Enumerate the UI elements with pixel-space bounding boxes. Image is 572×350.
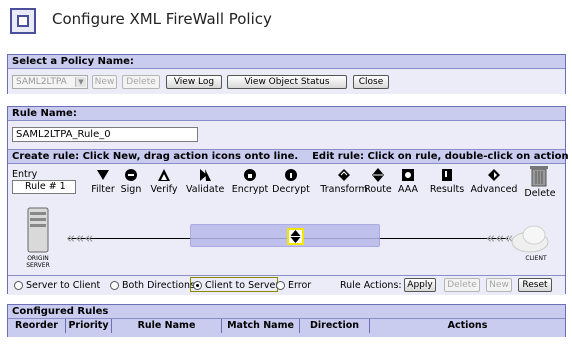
column-header-4[interactable]: Direction xyxy=(300,319,370,333)
direction-label-2: Client to Server xyxy=(205,280,280,291)
trash-icon[interactable] xyxy=(530,165,548,187)
column-header-0[interactable]: Reorder xyxy=(8,319,66,333)
view-log-button[interactable]: View Log xyxy=(166,75,222,89)
origin-server-label: ORIGIN SERVER xyxy=(26,255,50,269)
action-label-10: Advanced xyxy=(470,184,518,195)
close-button[interactable]: Close xyxy=(353,75,389,89)
policy-section-label: Select a Policy Name: xyxy=(8,55,565,69)
sign-icon[interactable] xyxy=(124,168,138,182)
delete-rule-button[interactable]: Delete xyxy=(444,278,480,292)
policy-select-value: SAML2LTPA xyxy=(16,77,67,87)
verify-icon[interactable] xyxy=(157,168,171,182)
page-title: Configure XML FireWall Policy xyxy=(52,10,272,28)
delete-policy-button[interactable]: Delete xyxy=(122,75,160,89)
direction-label-3: Error xyxy=(288,280,312,291)
apply-button[interactable]: Apply xyxy=(404,278,436,292)
column-header-3[interactable]: Match Name xyxy=(222,319,300,333)
rule-name-input[interactable]: SAML2LTPA_Rule_0 xyxy=(12,127,198,142)
new-policy-button[interactable]: New xyxy=(92,75,117,89)
rule-actions-label: Rule Actions: xyxy=(340,280,402,291)
direction-radio-0[interactable] xyxy=(14,281,23,290)
reset-button[interactable]: Reset xyxy=(518,278,552,292)
decrypt-icon[interactable] xyxy=(284,168,298,182)
policy-logo-icon xyxy=(10,8,36,34)
column-header-5[interactable]: Actions xyxy=(370,319,565,333)
configured-rules-label: Configured Rules xyxy=(8,305,565,319)
action-label-6: Transform xyxy=(320,184,368,195)
action-label-7: Route xyxy=(364,184,392,195)
aaa-icon[interactable] xyxy=(401,168,415,182)
validate-icon[interactable] xyxy=(198,168,212,182)
action-label-1: Sign xyxy=(120,184,142,195)
view-object-status-button[interactable]: View Object Status xyxy=(227,75,347,89)
appliance-graphic xyxy=(190,224,380,247)
action-label-9: Results xyxy=(429,184,465,195)
rule-section-label: Rule Name: xyxy=(8,107,565,121)
action-label-0: Filter xyxy=(91,184,115,195)
direction-label-0: Server to Client xyxy=(26,280,101,291)
filter-icon[interactable] xyxy=(96,168,110,182)
new-rule-button[interactable]: New xyxy=(486,278,512,292)
action-label-4: Encrypt xyxy=(231,184,269,195)
policy-panel: Select a Policy Name: SAML2LTPA ▼ New De… xyxy=(7,54,566,94)
left-arrows-icon: ««« xyxy=(66,229,94,247)
direction-radio-3[interactable] xyxy=(276,281,285,290)
action-label-8: AAA xyxy=(397,184,419,195)
match-action-icon[interactable] xyxy=(287,228,304,245)
direction-label-1: Both Directions xyxy=(122,280,195,291)
transform-icon[interactable] xyxy=(337,168,351,182)
advanced-icon[interactable] xyxy=(487,168,501,182)
server-icon xyxy=(27,207,49,253)
direction-radio-2[interactable] xyxy=(193,281,202,290)
rule-number-field[interactable]: Rule # 1 xyxy=(12,180,76,194)
policy-select[interactable]: SAML2LTPA ▼ xyxy=(12,75,88,89)
chevron-down-icon: ▼ xyxy=(75,77,86,87)
client-label: CLIENT xyxy=(525,255,547,262)
action-label-2: Verify xyxy=(150,184,178,195)
action-label-3: Validate xyxy=(186,184,225,195)
entry-label: Entry xyxy=(12,169,38,180)
direction-radio-1[interactable] xyxy=(110,281,119,290)
encrypt-icon[interactable] xyxy=(243,168,257,182)
column-header-2[interactable]: Rule Name xyxy=(112,319,222,333)
action-label-5: Decrypt xyxy=(272,184,310,195)
rule-panel: Rule Name: SAML2LTPA_Rule_0 Create rule:… xyxy=(7,106,569,295)
client-cloud-icon xyxy=(511,225,549,253)
configured-rules-panel: Configured Rules Reorder Priority Rule Nam… xyxy=(7,304,566,337)
results-icon[interactable] xyxy=(440,168,454,182)
rule-instructions: Create rule: Click New, drag action icon… xyxy=(8,149,569,164)
route-icon[interactable] xyxy=(371,168,385,182)
column-header-1[interactable]: Priority xyxy=(66,319,112,333)
delete-action-label: Delete xyxy=(524,188,556,199)
